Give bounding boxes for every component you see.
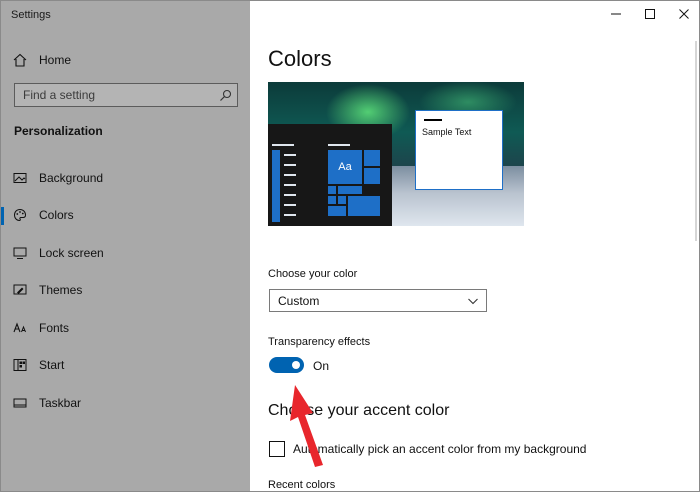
auto-pick-label: Automatically pick an accent color from … <box>293 442 587 456</box>
sidebar-item-label: Taskbar <box>39 395 82 410</box>
home-nav-item[interactable]: Home <box>13 51 71 69</box>
preview-line <box>284 154 296 156</box>
preview-line <box>328 144 350 146</box>
app-title: Settings <box>11 9 51 21</box>
brush-icon <box>13 283 27 297</box>
maximize-button[interactable] <box>633 1 667 27</box>
window-controls <box>599 1 699 27</box>
preview-line <box>284 184 296 186</box>
preview-tile <box>328 196 336 204</box>
sidebar-item-themes[interactable]: Themes <box>1 272 250 310</box>
auto-pick-checkbox[interactable] <box>269 441 285 457</box>
preview-line <box>284 204 296 206</box>
picture-icon <box>13 171 27 185</box>
recent-colors-label: Recent colors <box>268 479 336 491</box>
search-input[interactable]: Find a setting <box>14 83 238 107</box>
minimize-button[interactable] <box>599 1 633 27</box>
sidebar-item-colors[interactable]: Colors <box>1 197 250 235</box>
preview-sample-window: Sample Text <box>415 110 503 190</box>
lock-screen-icon <box>13 246 27 260</box>
choose-color-label: Choose your color <box>268 268 358 280</box>
taskbar-icon <box>13 396 27 410</box>
preview-line <box>284 164 296 166</box>
close-button[interactable] <box>667 1 699 27</box>
home-icon <box>13 53 27 67</box>
preview-tile <box>364 150 380 166</box>
sidebar-nav: Background Colors Lock screen Themes Fon… <box>1 159 250 422</box>
sidebar-item-background[interactable]: Background <box>1 159 250 197</box>
preview-tile <box>328 206 346 216</box>
home-label: Home <box>39 53 72 67</box>
sidebar-item-label: Lock screen <box>39 245 104 260</box>
main-content: Colors Aa Sample Text Choose your color … <box>250 1 699 491</box>
choose-color-select[interactable]: Custom <box>269 289 487 312</box>
section-header: Personalization <box>14 124 103 138</box>
preview-tile <box>348 196 380 216</box>
preview-line <box>284 194 296 196</box>
sidebar-item-fonts[interactable]: Fonts <box>1 309 250 347</box>
minimize-icon <box>611 13 621 15</box>
page-title: Colors <box>268 46 332 71</box>
toggle-knob <box>292 361 300 369</box>
preview-tile <box>364 168 380 184</box>
chevron-down-icon <box>466 294 480 308</box>
preview-line <box>284 174 296 176</box>
scrollbar[interactable] <box>695 41 697 241</box>
sidebar-item-label: Themes <box>39 283 83 298</box>
preview-sample-text: Sample Text <box>422 127 472 137</box>
sidebar-item-label: Start <box>39 358 65 373</box>
sidebar-item-start[interactable]: Start <box>1 347 250 385</box>
transparency-toggle[interactable] <box>269 357 304 373</box>
preview-start-menu: Aa <box>268 124 392 226</box>
preview-tile <box>338 196 346 204</box>
font-icon <box>13 321 27 335</box>
sidebar-item-label: Background <box>39 170 104 185</box>
maximize-icon <box>645 9 655 19</box>
transparency-label: Transparency effects <box>268 336 371 348</box>
preview-tile-large: Aa <box>328 150 362 184</box>
search-icon[interactable] <box>218 88 232 102</box>
transparency-state: On <box>313 359 330 373</box>
preview-tile <box>328 186 336 194</box>
sidebar-item-taskbar[interactable]: Taskbar <box>1 384 250 422</box>
preview-line <box>284 214 296 216</box>
preview-tile <box>338 186 362 194</box>
start-grid-icon <box>13 358 27 372</box>
palette-icon <box>13 208 27 222</box>
sidebar-item-lock-screen[interactable]: Lock screen <box>1 234 250 272</box>
color-preview: Aa Sample Text <box>268 82 524 226</box>
settings-window: Settings Home Find a setting Personaliza… <box>0 0 700 492</box>
sidebar-item-label: Fonts <box>39 320 70 335</box>
preview-line <box>424 119 442 121</box>
accent-heading: Choose your accent color <box>268 402 450 419</box>
close-icon <box>679 9 689 19</box>
preview-sidebar-bar <box>272 150 280 222</box>
search-placeholder: Find a setting <box>23 88 96 102</box>
choose-color-value: Custom <box>278 293 320 308</box>
preview-line <box>272 144 294 146</box>
sidebar: Settings Home Find a setting Personaliza… <box>1 1 250 491</box>
sidebar-item-label: Colors <box>39 208 74 223</box>
